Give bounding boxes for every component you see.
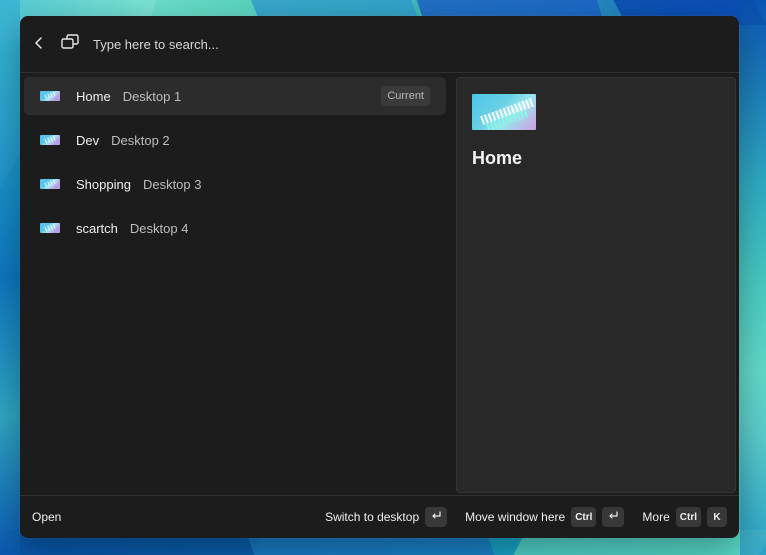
wallpaper-shape (0, 0, 20, 555)
wallpaper-shape (740, 0, 766, 555)
enter-key-icon (607, 510, 619, 524)
desktop-name: Shopping (76, 176, 131, 192)
desktop-thumbnail (40, 179, 60, 189)
desktop-item-shopping[interactable]: Shopping Desktop 3 (24, 165, 446, 203)
desktop-thumbnail (40, 223, 60, 233)
desktop-item-home[interactable]: Home Desktop 1 Current (24, 77, 446, 115)
current-badge: Current (381, 86, 430, 106)
footer-actions: Switch to desktop Move window here Ctrl (307, 507, 727, 527)
enter-key (425, 507, 448, 527)
desktop-name: scartch (76, 220, 118, 236)
back-icon (33, 35, 45, 54)
move-window-here-action[interactable]: Move window here Ctrl (465, 507, 625, 527)
desktop-thumbnail (40, 135, 60, 145)
desktop-switcher-button[interactable] (55, 29, 85, 59)
desktop-label: Desktop 1 (122, 88, 182, 104)
desktop-preview-image (472, 94, 536, 130)
switch-to-desktop-label: Switch to desktop (325, 510, 420, 524)
back-button[interactable] (25, 30, 53, 58)
desktop-label: Desktop 3 (142, 176, 202, 192)
desktop-switcher-icon (60, 33, 80, 55)
desktop-name: Dev (76, 132, 100, 148)
switch-to-desktop-action[interactable]: Switch to desktop (325, 507, 448, 527)
desktop-switcher-window: Home Desktop 1 Current Dev Desktop 2 Sho… (20, 16, 739, 538)
preview-title: Home (472, 148, 523, 168)
desktop-item-scartch[interactable]: scartch Desktop 4 (24, 209, 446, 247)
move-window-label: Move window here (465, 510, 566, 524)
enter-key-icon (430, 510, 442, 524)
preview-panel: Home (456, 77, 736, 493)
ctrl-key: Ctrl (675, 507, 701, 527)
enter-key (602, 507, 625, 527)
desktop-name: Home (76, 88, 111, 104)
more-action[interactable]: More Ctrl K (642, 507, 727, 527)
desktop-list: Home Desktop 1 Current Dev Desktop 2 Sho… (20, 73, 452, 498)
k-key: K (707, 507, 727, 527)
ctrl-key: Ctrl (571, 507, 597, 527)
desktop-label: Desktop 4 (129, 220, 189, 236)
top-bar (20, 16, 739, 73)
desktop-label: Desktop 2 (111, 132, 170, 148)
desktop-thumbnail (40, 91, 60, 101)
more-label: More (642, 510, 670, 524)
desktop-item-dev[interactable]: Dev Desktop 2 (24, 121, 446, 159)
open-label: Open (32, 510, 62, 524)
search-input[interactable] (91, 29, 595, 59)
footer: Open Switch to desktop Move window here … (20, 495, 739, 538)
